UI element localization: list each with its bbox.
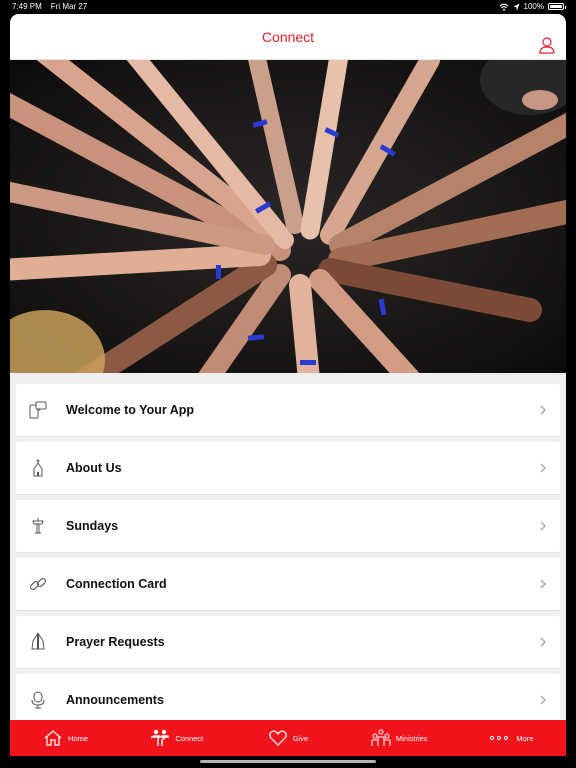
battery-fill (550, 5, 562, 8)
wifi-icon (499, 3, 508, 11)
more-dots-icon (490, 736, 509, 740)
menu-item-announcements[interactable]: Announcements (16, 674, 560, 726)
menu-item-label: Sundays (66, 519, 119, 533)
people-connect-icon (151, 729, 170, 746)
chevron-right-icon (540, 521, 547, 531)
page-title: Connect (261, 28, 315, 45)
tab-label: Give (292, 733, 309, 743)
menu-item-prayer-requests[interactable]: Prayer Requests (16, 616, 560, 668)
chevron-right-icon (540, 695, 547, 705)
menu-item-label: Prayer Requests (66, 635, 165, 649)
tab-more[interactable]: More (455, 728, 566, 748)
microphone-icon (28, 690, 48, 710)
tab-label: Connect (175, 733, 204, 743)
menu-item-welcome[interactable]: Welcome to Your App (16, 384, 560, 436)
menu-item-connection-card[interactable]: Connection Card (16, 558, 560, 610)
chevron-right-icon (540, 637, 547, 647)
tab-connect[interactable]: Connect (121, 728, 232, 748)
chevron-right-icon (540, 463, 547, 473)
app-window: Connect Welcome to Your App About Us Sun… (10, 14, 566, 756)
group-icon (371, 729, 391, 746)
chevron-right-icon (540, 405, 547, 415)
status-bar: 7:49 PM Fri Mar 27 100% (0, 0, 576, 13)
link-icon (28, 574, 48, 594)
location-icon (513, 3, 520, 10)
home-indicator[interactable] (200, 760, 376, 763)
tab-ministries[interactable]: Ministries (344, 728, 455, 748)
menu-item-label: Welcome to Your App (66, 403, 195, 417)
chevron-right-icon (540, 579, 547, 589)
tab-give[interactable]: Give (232, 728, 343, 748)
tab-label: Home (68, 733, 89, 743)
status-date: Fri Mar 27 (50, 2, 88, 11)
menu-list: Welcome to Your App About Us Sundays Con… (16, 384, 560, 732)
menu-item-label: Announcements (66, 693, 164, 707)
menu-item-label: Connection Card (66, 577, 167, 591)
church-icon (28, 458, 48, 478)
tab-label: Ministries (395, 733, 428, 743)
tab-home[interactable]: Home (10, 728, 121, 748)
tab-bar: Home Connect Give Ministries More (10, 720, 566, 756)
menu-item-about-us[interactable]: About Us (16, 442, 560, 494)
podium-icon (28, 516, 48, 536)
status-time: 7:49 PM (12, 2, 42, 11)
battery-percent: 100% (523, 2, 544, 11)
header: Connect (10, 14, 566, 60)
hero-image (10, 60, 566, 373)
menu-item-sundays[interactable]: Sundays (16, 500, 560, 552)
hands-together-photo (10, 60, 566, 373)
devices-chat-icon (28, 400, 48, 420)
tab-label: More (516, 733, 534, 743)
home-icon (44, 730, 62, 746)
battery-icon (548, 3, 566, 10)
person-icon[interactable] (538, 36, 556, 54)
praying-hands-icon (28, 632, 48, 652)
heart-icon (268, 730, 287, 746)
menu-item-label: About Us (66, 461, 122, 475)
